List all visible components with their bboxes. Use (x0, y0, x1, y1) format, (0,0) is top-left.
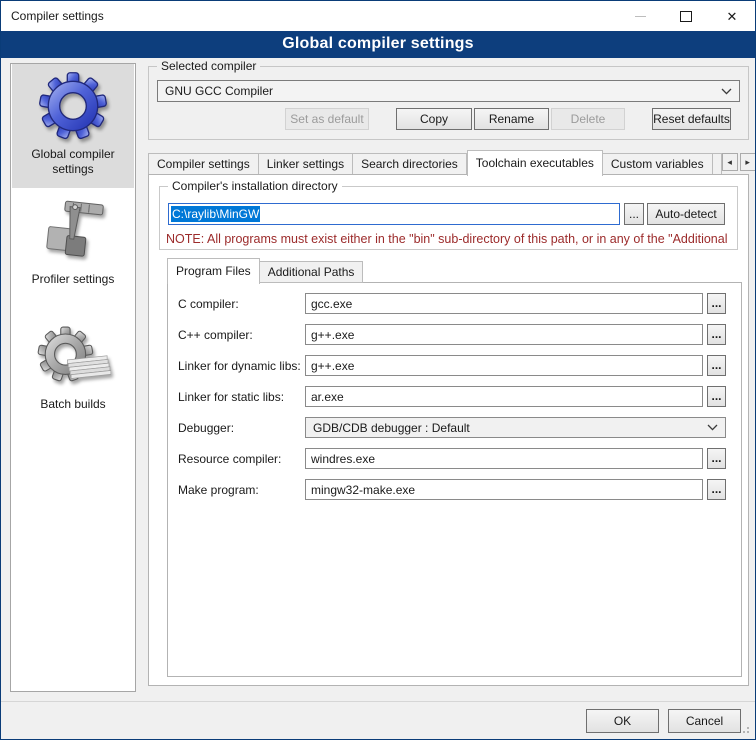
selected-compiler-value: GNU GCC Compiler (165, 84, 273, 98)
cpp-compiler-input[interactable] (305, 324, 703, 345)
delete-button[interactable]: Delete (551, 108, 625, 130)
window-title: Compiler settings (1, 9, 104, 23)
close-icon: ✕ (727, 10, 738, 23)
make-program-input[interactable] (305, 479, 703, 500)
selected-path-text: C:\raylib\MinGW (171, 206, 260, 222)
field-row-static-linker: Linker for static libs: ... (168, 386, 741, 407)
settings-category-sidebar: Global compiler settings Profiler (10, 63, 136, 692)
browse-button[interactable]: ... (707, 293, 726, 314)
compiler-button-row: Set as default Copy Rename Delete Reset … (149, 108, 748, 130)
tab-scroll-left-button[interactable]: ◂ (722, 153, 738, 171)
sidebar-item-batch-builds[interactable]: Batch builds (12, 320, 134, 426)
field-label: Make program: (178, 483, 305, 497)
browse-button[interactable]: ... (707, 448, 726, 469)
ellipsis-icon: ... (711, 482, 721, 496)
page-title: Global compiler settings (1, 31, 755, 58)
reset-defaults-button[interactable]: Reset defaults (652, 108, 731, 130)
field-label: Linker for static libs: (178, 390, 305, 404)
tab-scroll-buttons: ◂ ▸ (722, 153, 756, 171)
sidebar-item-label: Global compiler settings (12, 147, 134, 177)
blue-gear-icon (35, 68, 111, 144)
toolchain-executables-page: Compiler's installation directory C:\ray… (148, 174, 749, 686)
browse-button[interactable]: ... (707, 324, 726, 345)
tab-linker-settings[interactable]: Linker settings (259, 153, 353, 175)
resize-grip[interactable] (747, 731, 749, 733)
debugger-select[interactable]: GDB/CDB debugger : Default (305, 417, 726, 438)
rename-button[interactable]: Rename (474, 108, 549, 130)
tab-build-options[interactable]: Build options (713, 153, 722, 175)
group-legend: Selected compiler (157, 59, 260, 73)
field-row-debugger: Debugger: GDB/CDB debugger : Default (168, 417, 741, 438)
field-label: C compiler: (178, 297, 305, 311)
tab-search-directories[interactable]: Search directories (353, 153, 467, 175)
sidebar-item-profiler-settings[interactable]: Profiler settings (12, 191, 134, 309)
chevron-down-icon (721, 88, 732, 95)
close-button[interactable]: ✕ (709, 1, 755, 31)
field-row-c-compiler: C compiler: ... (168, 293, 741, 314)
tab-additional-paths[interactable]: Additional Paths (260, 261, 364, 283)
minimize-button[interactable] (617, 1, 663, 31)
caliper-icon (35, 193, 111, 269)
sidebar-item-global-compiler-settings[interactable]: Global compiler settings (12, 64, 134, 188)
ellipsis-icon: ... (711, 389, 721, 403)
arrow-left-icon: ◂ (727, 157, 732, 167)
group-legend: Compiler's installation directory (168, 179, 342, 193)
settings-tab-strip: Compiler settings Linker settings Search… (148, 149, 748, 175)
tab-custom-variables[interactable]: Custom variables (603, 153, 713, 175)
title-bar[interactable]: Compiler settings ✕ (1, 1, 755, 31)
installation-directory-input[interactable]: C:\raylib\MinGW (168, 203, 620, 225)
cancel-button[interactable]: Cancel (668, 709, 741, 733)
copy-button[interactable]: Copy (396, 108, 472, 130)
sidebar-item-label: Profiler settings (12, 272, 134, 287)
field-row-resource-compiler: Resource compiler: ... (168, 448, 741, 469)
dialog-footer: OK Cancel (1, 701, 755, 739)
dialog-body: Global compiler settings Profiler (1, 58, 755, 739)
tab-scroll-right-button[interactable]: ▸ (740, 153, 756, 171)
selected-compiler-select[interactable]: GNU GCC Compiler (157, 80, 740, 102)
browse-directory-button[interactable]: ... (624, 203, 644, 225)
field-row-make-program: Make program: ... (168, 479, 741, 500)
note-text: NOTE: All programs must exist either in … (166, 232, 735, 246)
c-compiler-input[interactable] (305, 293, 703, 314)
tab-toolchain-executables[interactable]: Toolchain executables (467, 150, 603, 176)
ellipsis-icon: ... (711, 327, 721, 341)
ellipsis-icon: ... (711, 358, 721, 372)
field-row-cpp-compiler: C++ compiler: ... (168, 324, 741, 345)
tab-program-files[interactable]: Program Files (167, 258, 260, 284)
installation-directory-group: Compiler's installation directory C:\ray… (159, 186, 738, 250)
maximize-button[interactable] (663, 1, 709, 31)
ellipsis-icon: ... (711, 451, 721, 465)
compiler-settings-dialog: Compiler settings ✕ Global compiler sett… (0, 0, 756, 740)
sidebar-item-label: Batch builds (12, 397, 134, 412)
field-label: Resource compiler: (178, 452, 305, 466)
selected-compiler-group: Selected compiler GNU GCC Compiler Set a… (148, 66, 749, 140)
field-row-dynamic-linker: Linker for dynamic libs: ... (168, 355, 741, 376)
browse-button[interactable]: ... (707, 355, 726, 376)
program-files-page: C compiler: ... C++ compiler: ... Linker… (167, 282, 742, 677)
ellipsis-icon: ... (711, 296, 721, 310)
arrow-right-icon: ▸ (745, 157, 750, 167)
resource-compiler-input[interactable] (305, 448, 703, 469)
field-label: C++ compiler: (178, 328, 305, 342)
window-controls: ✕ (617, 1, 755, 31)
tab-compiler-settings[interactable]: Compiler settings (148, 153, 259, 175)
browse-button[interactable]: ... (707, 386, 726, 407)
debugger-value: GDB/CDB debugger : Default (313, 421, 470, 435)
field-label: Debugger: (178, 421, 305, 435)
maximize-icon (680, 11, 692, 22)
browse-button[interactable]: ... (707, 479, 726, 500)
chevron-down-icon (707, 424, 718, 431)
gray-gear-stack-icon (35, 322, 111, 394)
minimize-icon (635, 16, 646, 17)
auto-detect-button[interactable]: Auto-detect (647, 203, 725, 225)
dynamic-libs-linker-input[interactable] (305, 355, 703, 376)
toolchain-fields: C compiler: ... C++ compiler: ... Linker… (168, 283, 741, 500)
ok-button[interactable]: OK (586, 709, 659, 733)
static-libs-linker-input[interactable] (305, 386, 703, 407)
set-as-default-button[interactable]: Set as default (285, 108, 369, 130)
ellipsis-icon: ... (629, 207, 639, 221)
field-label: Linker for dynamic libs: (178, 359, 305, 373)
program-files-tab-strip: Program Files Additional Paths (167, 257, 363, 283)
